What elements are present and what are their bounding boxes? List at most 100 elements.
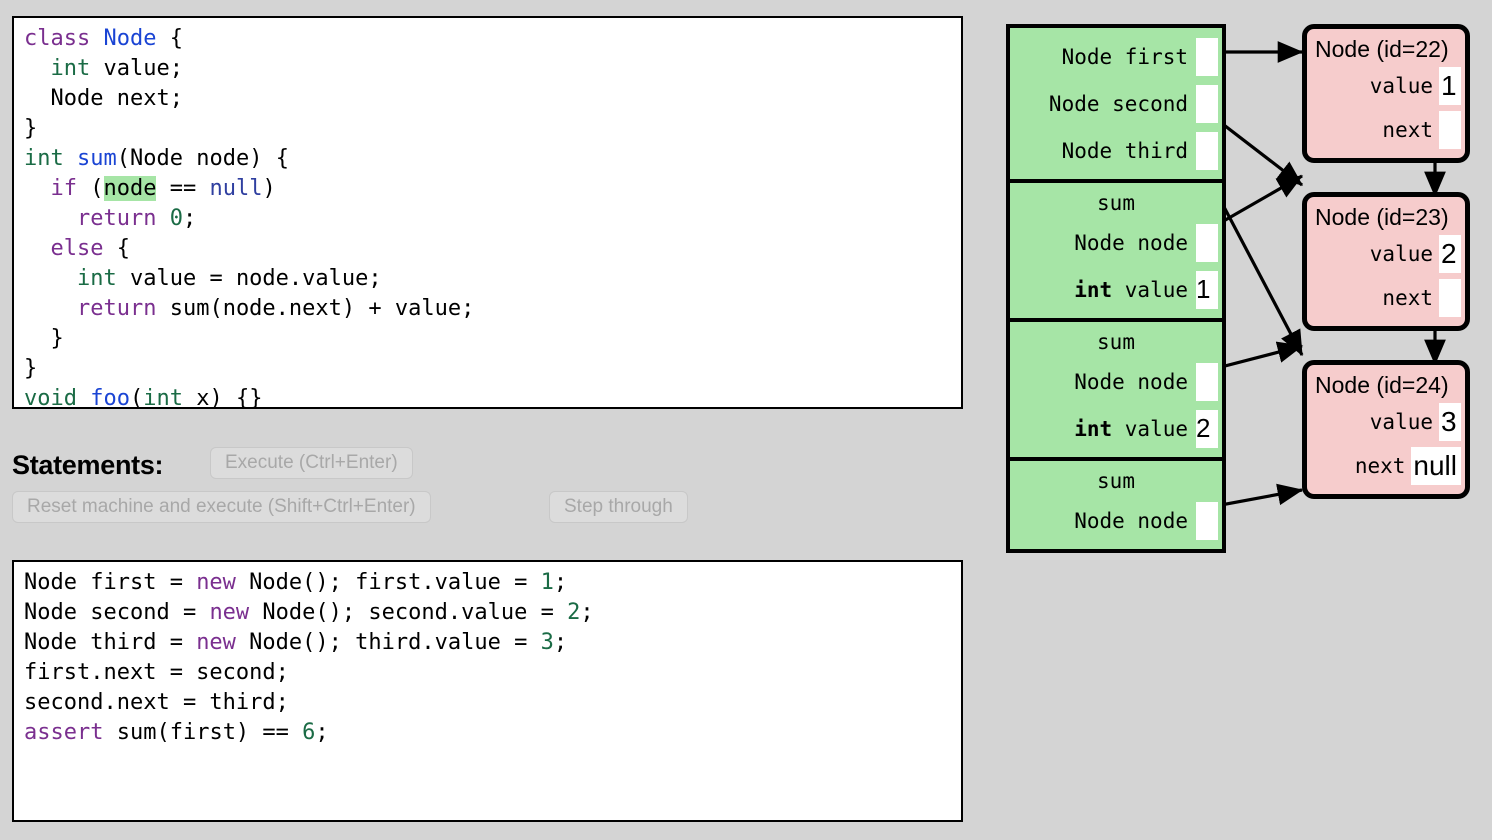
heap-field-slot: null: [1411, 447, 1461, 485]
stack-variable-name: int value: [1074, 416, 1188, 441]
statements-toolbar: Statements: Execute (Ctrl+Enter) Reset m…: [12, 447, 962, 547]
heap-object: Node (id=23) value 2 next: [1302, 192, 1470, 331]
stack-variable-row: int value 1: [1010, 266, 1222, 313]
code-token: Node(); third.value =: [235, 630, 541, 655]
stack-variable-slot: [1196, 37, 1218, 76]
code-token: Node first =: [24, 570, 197, 595]
code-token: Node: [103, 26, 157, 51]
step-through-button[interactable]: Step through: [549, 491, 688, 523]
stack-variable-row: Node node: [1010, 497, 1222, 544]
code-token: node: [103, 176, 157, 201]
heap-field-row: value 1: [1307, 64, 1465, 108]
heap-field-row: value 3: [1307, 400, 1465, 444]
code-token: else: [50, 236, 104, 261]
heap-object-title: Node (id=23): [1315, 204, 1449, 230]
code-token: return: [76, 296, 157, 321]
stack-frame-title: sum: [1097, 469, 1135, 493]
stack-variable-row: Node second: [1010, 80, 1222, 127]
code-token: new: [209, 600, 250, 625]
stack-variable-name: Node second: [1048, 91, 1188, 116]
code-token: Node second =: [24, 600, 210, 625]
stack-variable-slot: [1196, 362, 1218, 401]
stack-frame: sum Node node int value 1: [1010, 183, 1222, 322]
heap-field-slot: 1: [1439, 67, 1461, 105]
code-token: Node(); second.value =: [249, 600, 568, 625]
code-token: first.next = second;: [24, 660, 289, 685]
stack-variable-slot: 2: [1196, 409, 1218, 448]
heap-field-row: value 2: [1307, 232, 1465, 276]
code-token: return: [76, 206, 157, 231]
stack-variable-row: int value 2: [1010, 405, 1222, 452]
stack-frame-spacer: [1010, 452, 1222, 457]
code-token: int: [24, 146, 64, 171]
stack-variable-slot: [1196, 84, 1218, 123]
code-token: 1: [540, 570, 554, 595]
code-token: }: [24, 356, 38, 381]
stack-variable-name: int value: [1074, 277, 1188, 302]
code-token: Node(); first.value =: [235, 570, 541, 595]
stack-frame-spacer: [1010, 313, 1222, 318]
code-token: ;: [580, 600, 594, 625]
stack-variable-slot: [1196, 223, 1218, 262]
code-token: Node next;: [24, 86, 183, 111]
reset-and-execute-button[interactable]: Reset machine and execute (Shift+Ctrl+En…: [12, 491, 431, 523]
heap-field-name: value: [1369, 74, 1433, 98]
stack-variable-name: Node first: [1061, 44, 1188, 69]
stack-variable-name: Node third: [1061, 138, 1188, 163]
heap-field-slot: [1439, 111, 1461, 149]
heap-field-slot: [1439, 279, 1461, 317]
stack-frame: Node first Node second Node third: [1010, 28, 1222, 183]
statements-editor[interactable]: Node first = new Node(); first.value = 1…: [12, 560, 963, 822]
code-token: sum: [77, 146, 117, 171]
stack-frame-title: sum: [1097, 330, 1135, 354]
stack-variable-row: Node first: [1010, 33, 1222, 80]
stack-frame-title: sum: [1097, 191, 1135, 215]
code-token: second.next = third;: [24, 690, 289, 715]
stack-variable-row: Node third: [1010, 127, 1222, 174]
heap-field-slot: 2: [1439, 235, 1461, 273]
stack-variable-name: Node node: [1074, 369, 1188, 394]
heap-object: Node (id=24) value 3 next null: [1302, 360, 1470, 499]
stack-variable-name: Node node: [1074, 508, 1188, 533]
heap-object-title: Node (id=22): [1315, 36, 1449, 62]
code-token: {: [156, 26, 183, 51]
heap-object-title: Node (id=24): [1315, 372, 1449, 398]
code-token: null: [209, 176, 263, 201]
execute-button[interactable]: Execute (Ctrl+Enter): [210, 447, 413, 479]
code-token: 6: [302, 720, 316, 745]
stack-variable-row: Node node: [1010, 358, 1222, 405]
stack-frame-spacer: [1010, 544, 1222, 549]
class-definitions-code[interactable]: class Node { int value; Node next; } int…: [14, 18, 961, 409]
editor-pane: class Node { int value; Node next; } int…: [0, 0, 980, 840]
stack-variable-slot: [1196, 501, 1218, 540]
code-token: }: [24, 116, 38, 141]
code-token: ;: [553, 570, 568, 595]
code-token: sum(first) ==: [103, 720, 303, 745]
heap-field-row: next: [1307, 108, 1465, 152]
code-token: 2: [567, 600, 581, 625]
code-token: 3: [540, 630, 554, 655]
heap-field-row: next: [1307, 276, 1465, 320]
code-token: if: [50, 176, 78, 201]
code-token: (: [129, 386, 144, 409]
stack-frame: sum Node node: [1010, 461, 1222, 549]
code-token: }: [24, 326, 64, 351]
code-token: new: [196, 630, 236, 655]
heap-field-slot: 3: [1439, 403, 1461, 441]
code-token: ==: [156, 176, 210, 201]
class-definitions-editor[interactable]: class Node { int value; Node next; } int…: [12, 16, 963, 409]
code-token: int: [143, 386, 183, 409]
stack-variable-row: Node node: [1010, 219, 1222, 266]
call-stack: Node first Node second Node third sum Node n…: [1006, 24, 1226, 553]
code-token: ): [262, 176, 276, 201]
statements-code[interactable]: Node first = new Node(); first.value = 1…: [14, 562, 961, 748]
code-token: void: [24, 386, 77, 409]
stack-variable-slot: 1: [1196, 270, 1218, 309]
